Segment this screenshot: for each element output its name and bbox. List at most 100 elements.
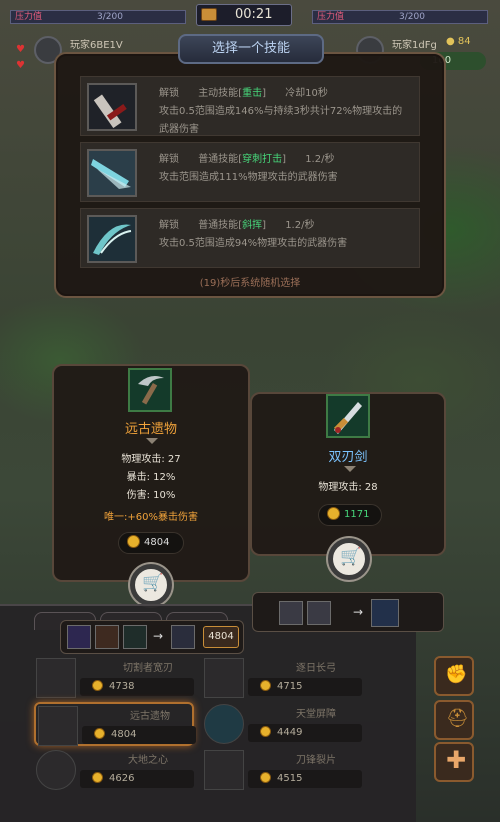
skill-text: 解锁 普通技能[斜挥] 1.2/秒 攻击0.5范围造成94%物理攻击的武器伤害: [159, 220, 348, 249]
shop-item-name: 大地之心: [128, 755, 168, 766]
coin-icon: [94, 727, 105, 739]
skill-rate: 冷却10秒: [285, 88, 328, 99]
coin-icon: [92, 771, 103, 783]
shop-item-price: 4626: [80, 770, 194, 788]
shop-item[interactable]: 刀锋裂片 4515: [202, 748, 362, 792]
shop-item-name: 天堂屏障: [296, 709, 336, 720]
heart-icon: ♥: [16, 44, 25, 55]
item-stat: 暴击: 12%: [126, 472, 176, 483]
skill-rate: 1.2/秒: [305, 154, 335, 165]
pressure-label: 压力值: [317, 12, 345, 22]
component-blade-icon[interactable]: [307, 601, 331, 625]
component-blade-icon[interactable]: [279, 601, 303, 625]
right-player-name: 玩家1dFg: [392, 40, 437, 51]
component-sword-icon[interactable]: [67, 625, 91, 649]
heart-icon: ♥: [16, 60, 25, 71]
skill-desc: 攻击范围造成111%物理攻击的武器伤害: [159, 172, 338, 183]
skill-option-2[interactable]: 解锁 普通技能[穿刺打击] 1.2/秒 攻击范围造成111%物理攻击的武器伤害: [80, 142, 420, 202]
component-blade-icon[interactable]: [123, 625, 147, 649]
item-stat: 伤害: 10%: [126, 490, 176, 501]
arrow-right-icon: →: [353, 605, 364, 619]
skill-option-1[interactable]: 解锁 主动技能[重击] 冷却10秒 攻击0.5范围造成146%与持续3秒共计72…: [80, 76, 420, 136]
skill-prefix: 解锁: [159, 154, 179, 165]
recipe-price: 4804: [203, 626, 239, 648]
coin-icon: [92, 679, 103, 691]
armor-button[interactable]: ⛑: [434, 700, 474, 740]
pressure-value: 3/200: [97, 12, 123, 22]
price-value: 4804: [144, 537, 170, 548]
skill-prefix: 解锁: [159, 88, 179, 99]
shop-item[interactable]: 大地之心 4626: [34, 748, 194, 792]
coin-icon: [260, 725, 271, 737]
shop-item[interactable]: 逐日长弓 4715: [202, 656, 362, 700]
price-value: 1171: [344, 509, 370, 520]
auto-select-countdown: (19)秒后系统随机选择: [199, 278, 301, 289]
divider-arrow: [146, 438, 158, 444]
item-unique-effect: 唯一:+60%暴击伤害: [104, 512, 198, 523]
price-value: 4449: [277, 727, 303, 738]
cart-icon: 🛒: [142, 573, 164, 593]
pressure-label: 压力值: [15, 12, 43, 22]
dialog-title: 选择一个技能: [178, 34, 324, 64]
cart-icon: 🛒: [340, 547, 362, 567]
price-value: 4626: [109, 773, 135, 784]
wide-blade-icon: [36, 658, 76, 698]
shop-item-name: 切割者宽刃: [123, 663, 173, 674]
item-stat: 物理攻击: 27: [121, 454, 181, 465]
slash-icon: [87, 215, 137, 263]
item-card-twin-blade: 双刃剑 物理攻击: 28 1171: [250, 392, 446, 556]
skill-tag: 斜挥: [242, 220, 263, 231]
pierce-icon: [87, 149, 137, 197]
divider-arrow: [344, 466, 356, 472]
plus-icon: ✚: [446, 746, 467, 774]
coin-icon: [127, 534, 140, 548]
skill-desc: 攻击0.5范围造成146%与持续3秒共计72%物理攻击的武器伤害: [159, 106, 403, 135]
result-pickaxe-icon[interactable]: [171, 625, 195, 649]
pressure-value: 3/200: [399, 12, 425, 22]
item-price: 1171: [318, 504, 382, 526]
shop-item[interactable]: 切割者宽刃 4738: [34, 656, 194, 700]
timer-text: 00:21: [235, 7, 273, 22]
bow-icon: [204, 658, 244, 698]
result-twin-blade-icon[interactable]: [371, 599, 399, 627]
shop-item-price: 4449: [248, 724, 362, 742]
right-player-gold: ● 84: [446, 36, 471, 47]
item-stat: 物理攻击: 28: [318, 482, 378, 493]
buy-button-left[interactable]: 🛒: [130, 564, 172, 606]
arrow-right-icon: →: [153, 629, 164, 643]
pickaxe-icon: [128, 368, 172, 412]
shop-item[interactable]: 天堂屏障 4449: [202, 702, 362, 746]
item-name: 远古遗物: [124, 422, 177, 437]
recipe-bar-right: →: [252, 592, 444, 632]
ring-icon: [36, 750, 76, 790]
coin-icon: [327, 506, 340, 520]
skill-tag: 重击: [242, 88, 263, 99]
inventory-button[interactable]: ✊: [434, 656, 474, 696]
gold-value: 84: [457, 36, 471, 47]
blade-shard-icon: [204, 750, 244, 790]
skill-option-3[interactable]: 解锁 普通技能[斜挥] 1.2/秒 攻击0.5范围造成94%物理攻击的武器伤害: [80, 208, 420, 268]
price-value: 4804: [111, 729, 137, 740]
helmet-icon: ⛑: [446, 708, 469, 729]
item-name: 双刃剑: [328, 450, 368, 465]
shop-item-price: 4515: [248, 770, 362, 788]
shop-item-name: 逐日长弓: [296, 663, 336, 674]
blade-icon: [87, 83, 137, 131]
heal-button[interactable]: ✚: [434, 742, 474, 782]
price-value: 4515: [277, 773, 303, 784]
recipe-bar: → 4804: [60, 620, 244, 654]
fist-icon: ✊: [445, 664, 468, 685]
buy-button-right[interactable]: 🛒: [328, 538, 370, 580]
component-twin-blade-icon[interactable]: [95, 625, 119, 649]
shop-item-price: 4738: [80, 678, 194, 696]
match-timer: 00:21: [196, 4, 292, 26]
price-value: 4715: [277, 681, 303, 692]
skill-tag: 穿刺打击: [242, 154, 283, 165]
skill-rate: 1.2/秒: [285, 220, 315, 231]
right-pressure-bar: 压力值 3/200: [312, 10, 488, 24]
coin-icon: [260, 679, 271, 691]
shop-item-selected[interactable]: 远古遗物 4804: [34, 702, 196, 746]
shop-item-price: 4804: [82, 726, 196, 744]
item-card-ancient-relic: 远古遗物 物理攻击: 27 暴击: 12% 伤害: 10% 唯一:+60%暴击伤…: [52, 364, 250, 582]
skill-type: 普通技能: [198, 220, 239, 231]
